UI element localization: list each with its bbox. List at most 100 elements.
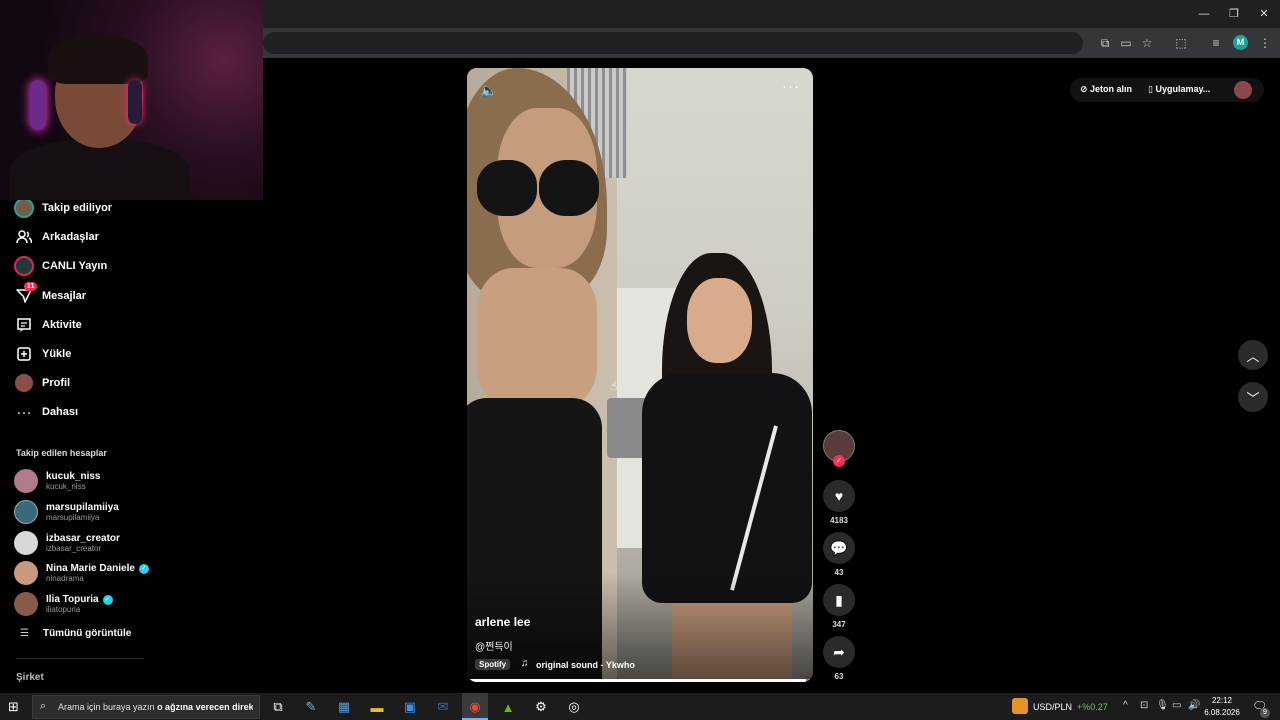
chrome-icon[interactable]: ◉ (465, 697, 485, 717)
bookmark-icon: ▮ (835, 591, 843, 608)
verified-icon: ✓ (138, 563, 149, 574)
hand-cursor-icon: ☝ (610, 379, 618, 393)
sound-name[interactable]: original sound - Ykwho (536, 660, 635, 670)
followed-account[interactable]: izbasar_creator izbasar_creator (14, 530, 120, 556)
nvidia-icon[interactable]: ▲ (498, 697, 518, 717)
file-explorer-icon[interactable]: ▬ (367, 697, 387, 717)
like-button[interactable]: ♥ (823, 480, 855, 512)
settings-gear-icon[interactable]: ⚙ (531, 697, 551, 717)
get-coins-label: Jeton alın (1090, 84, 1133, 94)
search-icon: ⌕ (40, 700, 47, 712)
translate-icon[interactable]: ⧉ (1096, 34, 1114, 52)
followed-account[interactable]: kucuk_niss kucuk_niss (14, 468, 100, 494)
chevron-down-icon: ﹀ (1246, 390, 1260, 406)
currency-change: +%0.27 (1077, 702, 1108, 712)
clock-time[interactable]: 22:12 (1205, 696, 1239, 705)
search-placeholder: Arama için buraya yazın (58, 702, 155, 712)
next-video-button[interactable]: ﹀ (1238, 382, 1268, 412)
task-view-icon[interactable]: ⧉ (268, 697, 288, 717)
bookmark-star-icon[interactable]: ☆ (1138, 34, 1156, 52)
followed-account[interactable]: Nina Marie Daniele ✓ ninadrama (14, 560, 149, 586)
cast-icon[interactable]: ▭ (1117, 34, 1135, 52)
tray-app-icon[interactable]: ⊡ (1140, 700, 1148, 711)
pen-app-icon[interactable]: ✎ (301, 697, 321, 717)
activity-icon (14, 315, 34, 335)
save-button[interactable]: ▮ (823, 584, 855, 616)
avatar (14, 469, 38, 493)
video-progress-fill (467, 679, 807, 682)
sidebar-item-label: CANLI Yayın (42, 260, 108, 272)
sidebar-item-messages[interactable]: 11 Mesajlar (14, 282, 87, 308)
music-note-icon: ♫ (521, 658, 529, 669)
speaker-icon[interactable]: 🔊 (1188, 700, 1200, 711)
friends-icon (14, 227, 34, 247)
previous-video-button[interactable]: ︿ (1238, 340, 1268, 370)
following-avatar-icon (14, 198, 34, 218)
chat-overlay-text: o ağzına verecen direk (157, 702, 253, 712)
share-button[interactable]: ➦ (823, 636, 855, 668)
sidebar-divider (16, 658, 144, 659)
sidebar-item-profile[interactable]: Profil (14, 371, 70, 395)
get-app-label: Uygulamay... (1155, 84, 1211, 94)
address-bar[interactable] (263, 32, 1083, 54)
video-player[interactable] (467, 68, 813, 682)
network-icon[interactable]: ▭ (1172, 700, 1181, 711)
sidebar-item-label: Profil (42, 377, 71, 389)
tray-expand-icon[interactable]: ^ (1123, 700, 1128, 711)
user-avatar[interactable] (1234, 81, 1252, 99)
followed-account[interactable]: marsupilamiiya marsupilamiiya (14, 499, 119, 525)
extensions-icon[interactable]: ⬚ (1172, 34, 1190, 52)
avatar (14, 561, 38, 585)
live-icon (14, 256, 34, 276)
sidebar-item-live[interactable]: CANLI Yayın (14, 254, 107, 278)
more-icon: ··· (16, 403, 32, 421)
sidebar-item-activity[interactable]: Aktivite (14, 313, 82, 337)
company-link[interactable]: Şirket (16, 672, 44, 683)
get-app-button[interactable]: ▯ Uygulamay... (1148, 84, 1210, 95)
close-button[interactable]: ✕ (1256, 6, 1272, 22)
recorder-icon[interactable]: ◎ (564, 697, 584, 717)
comment-icon: 💬 (830, 539, 848, 556)
see-all-label: Tümünü görüntüle (42, 628, 132, 639)
avatar (14, 531, 38, 555)
notification-badge: 9 (1260, 708, 1270, 718)
follow-check-icon[interactable]: ✓ (833, 455, 845, 467)
calculator-icon[interactable]: ▦ (334, 697, 354, 717)
sidebar-item-label: Arkadaşlar (42, 231, 99, 243)
sidebar-item-more[interactable]: ··· Dahası (14, 400, 79, 424)
share-arrow-icon: ➦ (833, 643, 845, 660)
video-author-name[interactable]: arlene lee (475, 615, 530, 629)
windows-start-icon[interactable]: ⊞ (8, 699, 19, 715)
avatar (14, 500, 38, 524)
video-progress-bar[interactable] (467, 679, 813, 682)
comment-button[interactable]: 💬 (823, 532, 855, 564)
account-username: izbasar_creator (46, 544, 102, 553)
sidebar-item-label: Mesajlar (42, 290, 87, 302)
restore-button[interactable]: ❐ (1226, 6, 1242, 22)
sidebar-item-friends[interactable]: Arkadaşlar (14, 225, 99, 249)
store-icon[interactable]: ▣ (400, 697, 420, 717)
sidebar-item-label: Dahası (42, 406, 79, 418)
browser-menu-icon[interactable]: ⋮ (1256, 34, 1274, 52)
see-all-button[interactable]: ☰ Tümünü görüntüle (20, 628, 131, 639)
microphone-icon[interactable]: 🎙 (1156, 700, 1169, 711)
sidebar-item-upload[interactable]: Yükle (14, 342, 71, 366)
heart-icon: ♥ (834, 488, 844, 504)
video-caption: @쩐득이 (475, 642, 513, 653)
spotify-tag[interactable]: Spotify (475, 659, 511, 670)
volume-icon[interactable]: 🔈 (480, 82, 497, 99)
currency-widget-icon[interactable] (1012, 698, 1028, 714)
reading-list-icon[interactable]: ≡ (1207, 34, 1225, 52)
browser-profile-avatar[interactable]: M (1233, 35, 1248, 50)
outlook-icon[interactable]: ✉ (433, 697, 453, 717)
video-more-icon[interactable]: ··· (782, 78, 800, 95)
webcam-overlay (0, 0, 263, 200)
verified-icon: ✓ (102, 594, 113, 605)
profile-icon (14, 373, 34, 393)
messages-icon: 11 (14, 282, 38, 306)
account-username: iliatopuria (46, 605, 81, 614)
get-coins-button[interactable]: ⊘ Jeton alın (1080, 84, 1132, 95)
followed-account[interactable]: Ilia Topuria ✓ iliatopuria (14, 591, 113, 617)
clock-date[interactable]: 6.08.2026 (1200, 708, 1244, 717)
minimize-button[interactable]: — (1196, 6, 1212, 22)
